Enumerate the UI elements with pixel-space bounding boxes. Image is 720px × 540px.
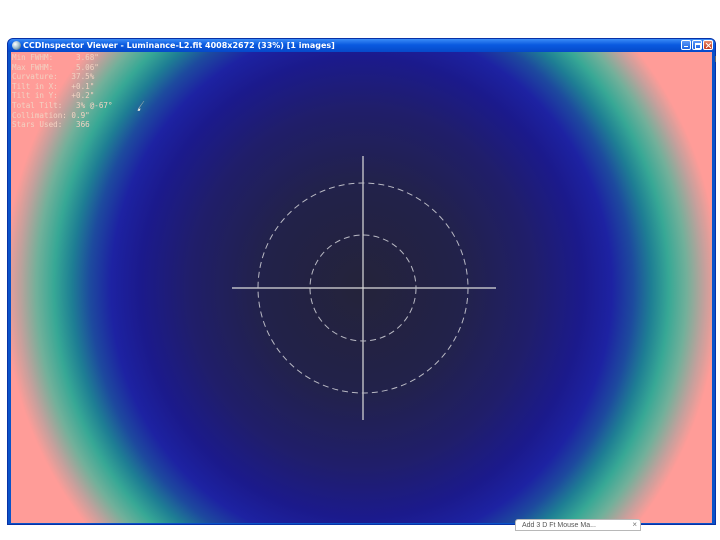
stat-max-fwhm: Max FWHM: 5.06"	[12, 62, 99, 72]
crosshair-overlay	[232, 156, 496, 420]
stat-total-tilt: Total Tilt: 3% @-67°	[12, 100, 113, 110]
ccdinspector-viewer-window: CCDInspector Viewer - Luminance-L2.fit 4…	[7, 38, 716, 525]
title-buttons	[681, 40, 713, 51]
minimize-button[interactable]	[681, 40, 691, 50]
stat-collimation: Collimation: 0.9"	[12, 110, 90, 120]
window-title: CCDInspector Viewer - Luminance-L2.fit 4…	[23, 41, 335, 50]
mouse-pointer-icon	[137, 101, 145, 111]
stats-panel: Min FWHM: 3.68" Max FWHM: 5.06" Curvatur…	[12, 53, 113, 130]
taskbar-tab-label: Add 3 D Ft Mouse Ma...	[522, 522, 596, 529]
stat-min-fwhm: Min FWHM: 3.68"	[12, 53, 99, 62]
edge-mark	[715, 56, 720, 62]
minimize-icon	[682, 41, 690, 49]
close-icon[interactable]: ×	[632, 520, 637, 530]
close-button[interactable]	[703, 40, 713, 50]
stat-curvature: Curvature: 37.5%	[12, 72, 95, 82]
maximize-button[interactable]	[692, 40, 702, 50]
app-icon[interactable]	[12, 41, 21, 50]
curvature-map-view[interactable]: Min FWHM: 3.68" Max FWHM: 5.06" Curvatur…	[11, 52, 712, 523]
stat-tilt-x: Tilt in X: +0.1"	[12, 81, 95, 91]
title-bar[interactable]: CCDInspector Viewer - Luminance-L2.fit 4…	[8, 39, 715, 52]
stat-stars-used: Stars Used: 366	[12, 120, 90, 130]
maximize-icon	[693, 41, 701, 49]
stat-tilt-y: Tilt in Y: +0.2"	[12, 91, 95, 101]
taskbar-tab[interactable]: Add 3 D Ft Mouse Ma... ×	[515, 519, 641, 531]
close-icon	[704, 41, 712, 49]
